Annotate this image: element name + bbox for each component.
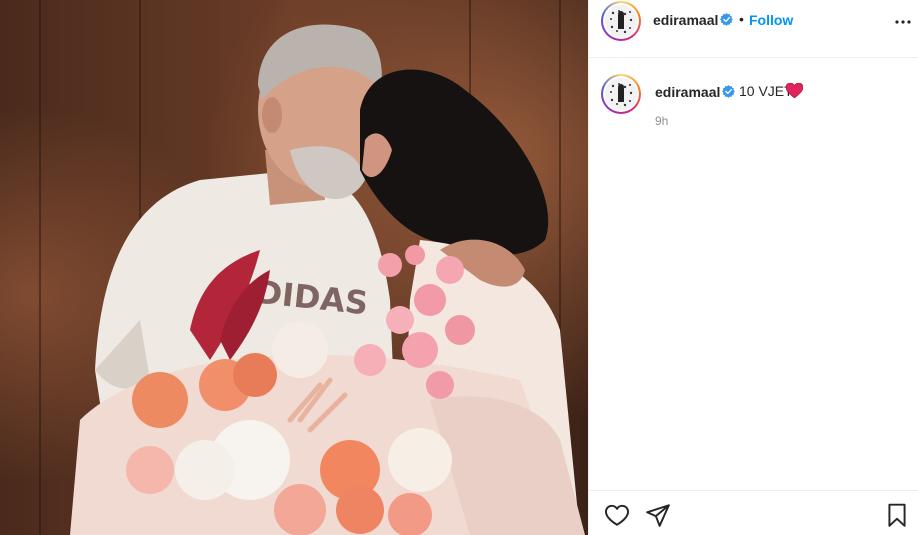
header-username[interactable]: ediramaal [653,12,718,28]
instagram-post: ADIDAS ediramaal • Follow ediramaal 10 V… [0,0,918,535]
heart-outline-icon[interactable] [604,502,630,528]
verified-badge-icon [720,13,733,31]
post-timestamp[interactable]: 9h [655,114,668,128]
post-side-panel: ediramaal • Follow ediramaal 10 VJET 9h [588,0,918,535]
caption-avatar[interactable] [601,74,641,114]
post-header: ediramaal • Follow [589,0,918,58]
avatar[interactable] [601,1,641,41]
more-options-icon[interactable] [893,12,913,32]
paper-plane-icon[interactable] [645,502,671,528]
action-bar [589,490,918,535]
bookmark-icon[interactable] [884,502,910,528]
red-heart-icon [785,82,804,99]
caption-username[interactable]: ediramaal [655,84,720,100]
follow-button[interactable]: Follow [749,12,793,28]
post-photo[interactable]: ADIDAS [0,0,588,535]
verified-badge-icon [722,85,735,103]
separator-dot: • [739,11,744,27]
caption-text: 10 VJET [739,83,793,99]
